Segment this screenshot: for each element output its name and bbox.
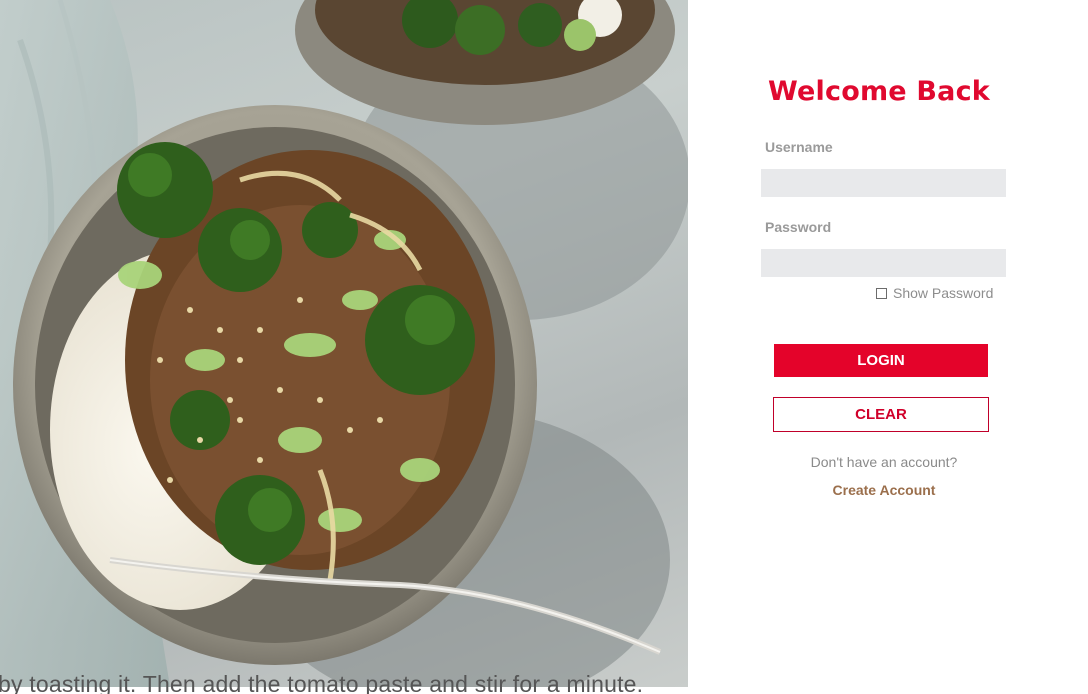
password-input[interactable] bbox=[761, 249, 1006, 277]
hero-food-photo bbox=[0, 0, 688, 687]
show-password-toggle[interactable]: Show Password bbox=[876, 285, 993, 301]
username-input[interactable] bbox=[761, 169, 1006, 197]
clear-button[interactable]: CLEAR bbox=[773, 397, 989, 432]
show-password-label: Show Password bbox=[893, 285, 994, 301]
login-button[interactable]: LOGIN bbox=[774, 344, 988, 377]
create-account-link[interactable]: Create Account bbox=[688, 482, 1080, 498]
username-label: Username bbox=[765, 139, 833, 155]
no-account-text: Don't have an account? bbox=[810, 454, 958, 470]
rice-bowl-illustration bbox=[0, 0, 688, 687]
show-password-checkbox[interactable] bbox=[876, 287, 887, 299]
password-label: Password bbox=[765, 219, 832, 235]
background-page-text-content: by toasting it. Then add the tomato past… bbox=[0, 671, 644, 694]
login-panel: Welcome Back Username Password Show Pass… bbox=[688, 0, 1088, 694]
background-page-text: by toasting it. Then add the tomato past… bbox=[0, 666, 688, 694]
page-title: Welcome Back bbox=[768, 76, 990, 107]
